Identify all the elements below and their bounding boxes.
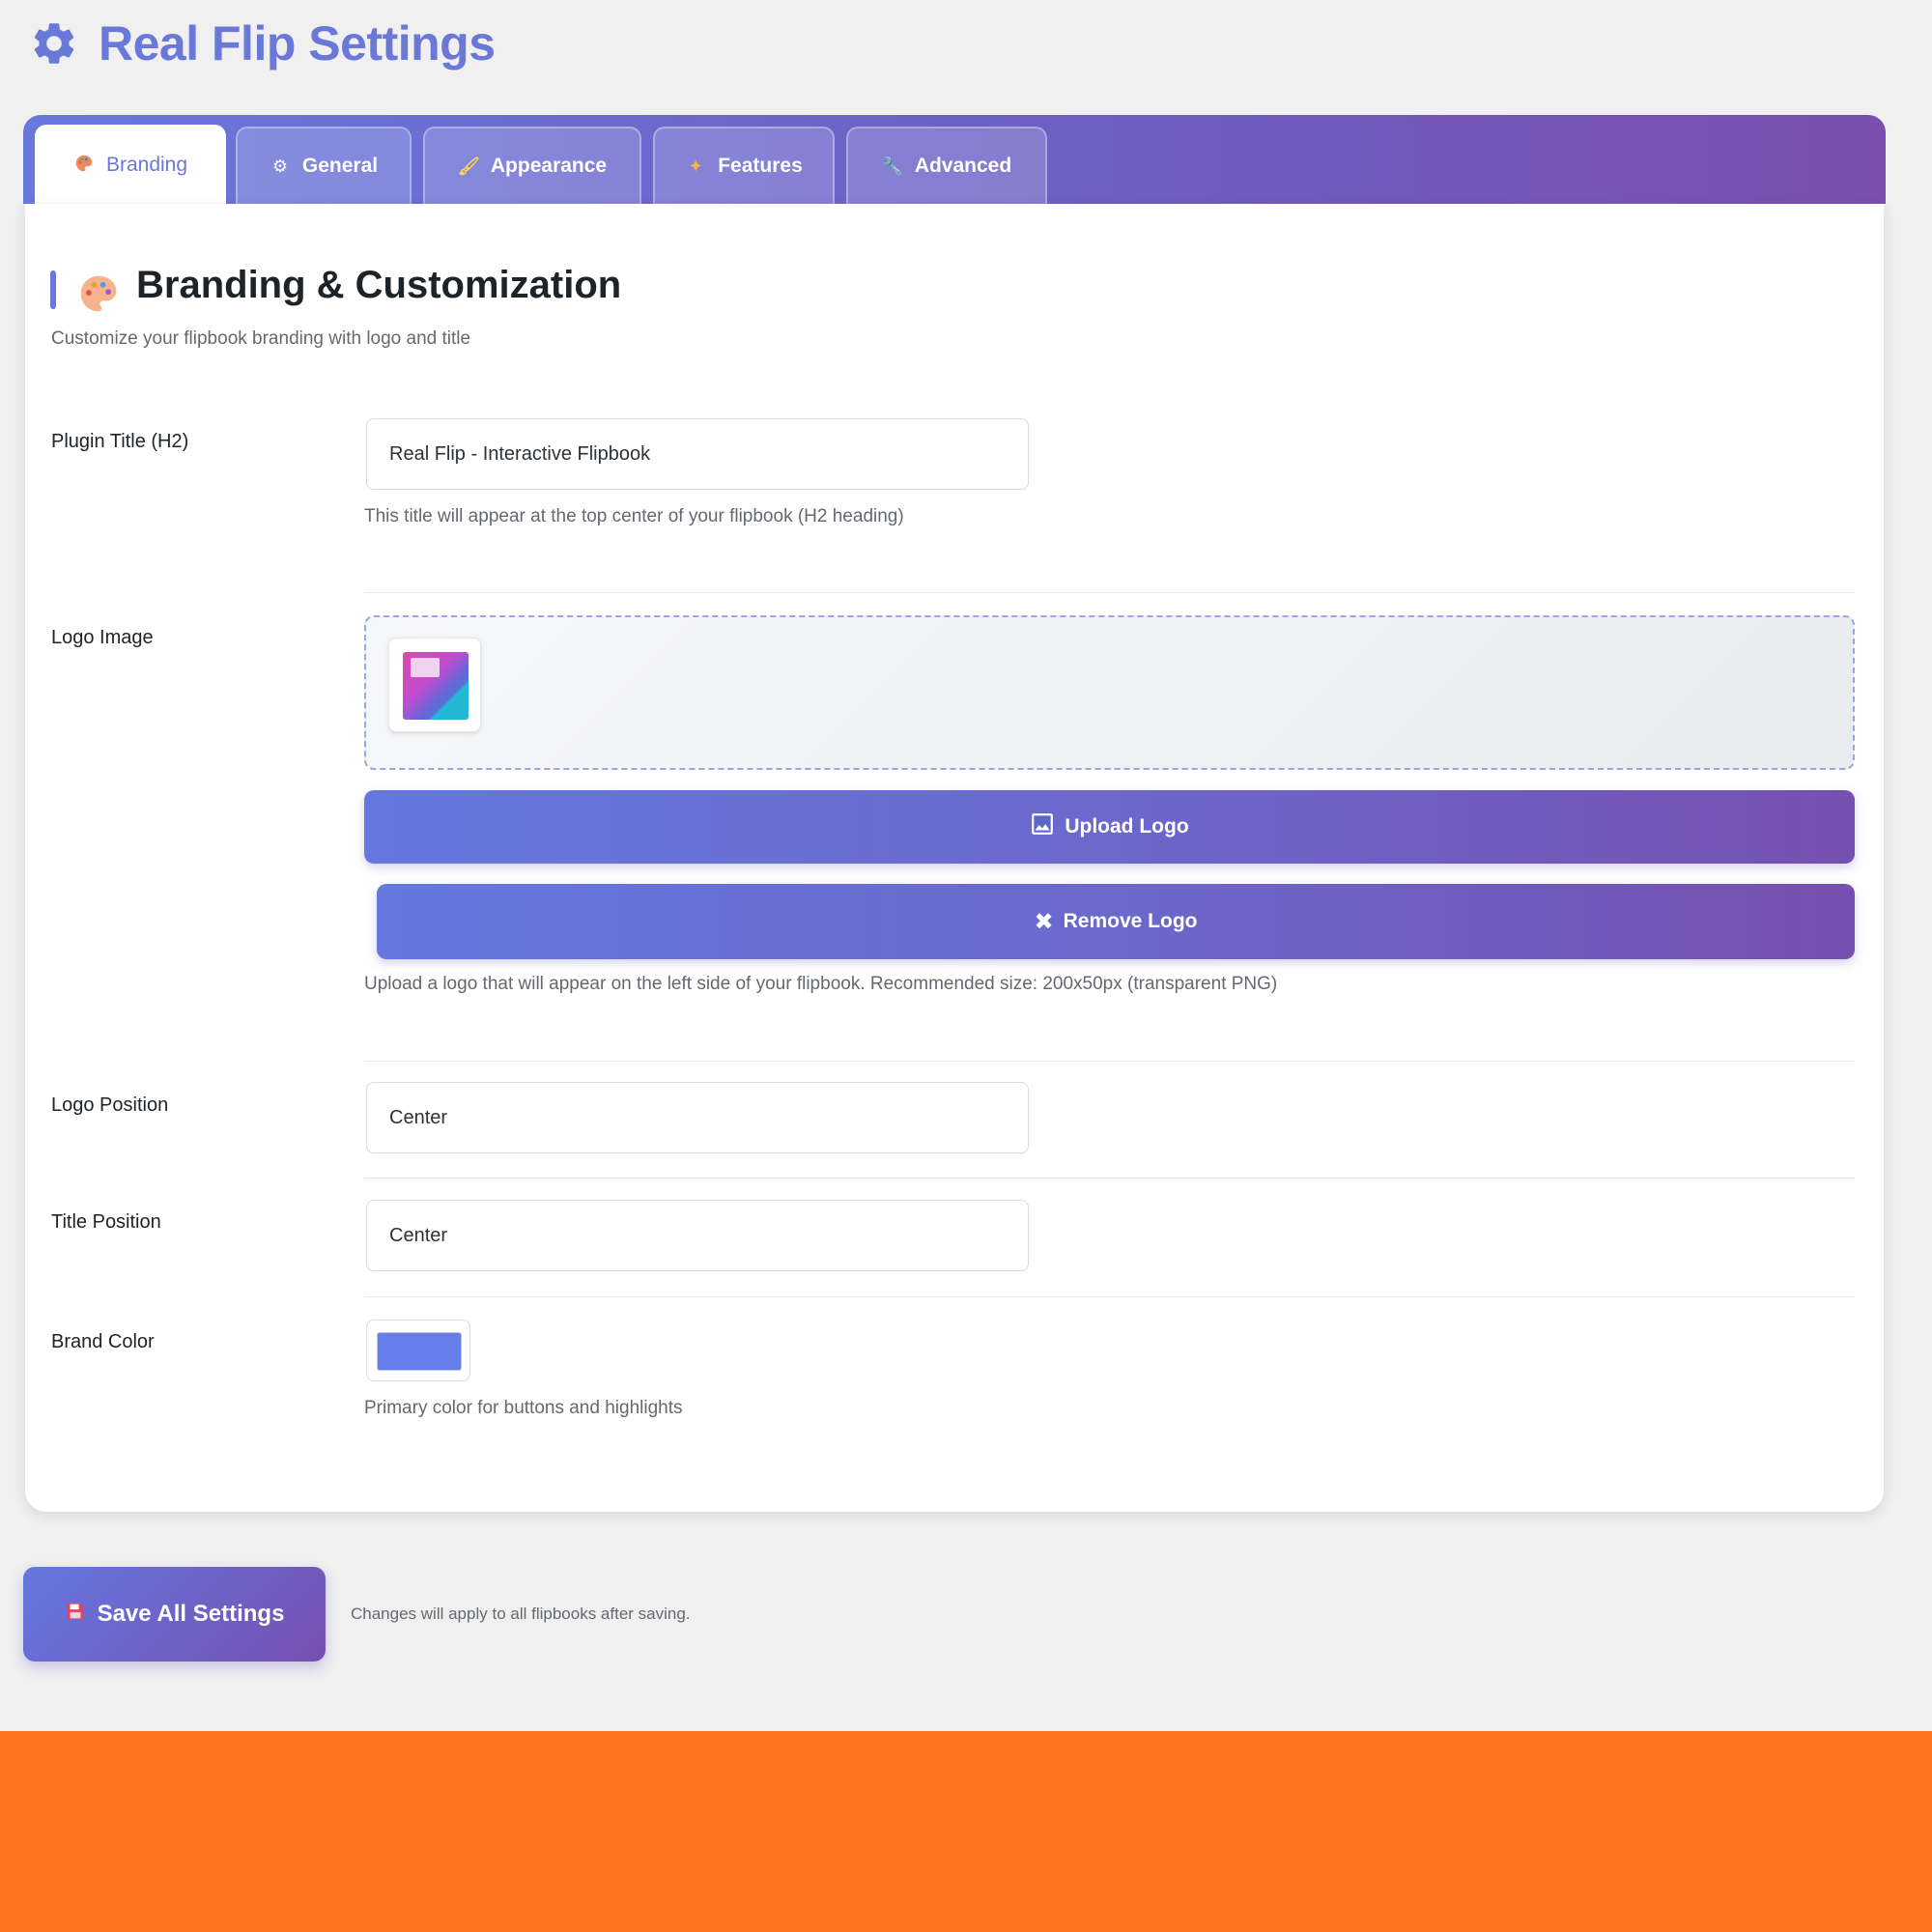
settings-tab-bar: Branding ⚙ General 🖌 Appearance ✦ Featur… [23,115,1886,204]
upload-logo-label: Upload Logo [1065,815,1189,838]
save-note: Changes will apply to all flipbooks afte… [351,1605,691,1623]
logo-preview [388,638,481,732]
tab-label: Advanced [914,155,1012,177]
gear-icon [34,23,74,64]
footer-band [0,1731,1932,1932]
tab-appearance[interactable]: 🖌 Appearance [423,127,641,204]
brand-color-label: Brand Color [51,1331,155,1352]
page-header: Real Flip Settings [29,10,496,77]
plugin-title-help: This title will appear at the top center… [364,506,904,526]
book-graphic [411,658,440,677]
row-divider [364,1178,1855,1179]
plugin-title-label: Plugin Title (H2) [51,431,189,452]
tab-advanced[interactable]: 🔧 Advanced [846,127,1047,204]
logo-image [403,652,469,720]
title-position-label: Title Position [51,1211,161,1233]
tab-branding[interactable]: Branding [35,125,226,204]
row-divider [364,1061,1855,1062]
upload-logo-button[interactable]: Upload Logo [364,790,1855,864]
logo-image-label: Logo Image [51,627,154,648]
logo-upload-zone[interactable] [364,615,1855,770]
logo-position-select[interactable]: Center [366,1082,1029,1153]
image-icon [1030,811,1055,842]
logo-help: Upload a logo that will appear on the le… [364,974,1278,994]
palette-icon [80,275,117,312]
tab-features[interactable]: ✦ Features [653,127,835,204]
remove-logo-label: Remove Logo [1063,910,1198,932]
sparkle-icon: ✦ [688,156,703,176]
page-title: Real Flip Settings [99,16,496,71]
tab-label: Branding [105,154,188,176]
save-all-settings-label: Save All Settings [97,1601,285,1627]
logo-position-label: Logo Position [51,1094,169,1116]
paint-icon: 🖌 [457,156,480,176]
row-divider [364,592,1855,593]
tab-label: General [301,155,379,177]
remove-logo-button[interactable]: ✖ Remove Logo [377,884,1855,959]
wrench-icon: 🔧 [881,156,904,176]
logo-corner-shape [430,681,469,720]
gear-icon: ⚙ [271,156,288,176]
brand-color-help: Primary color for buttons and highlights [364,1398,683,1418]
brand-color-picker[interactable] [366,1320,470,1381]
section-subtitle: Customize your flipbook branding with lo… [51,328,471,349]
floppy-disk-icon [65,1601,86,1629]
save-all-settings-button[interactable]: Save All Settings [23,1567,326,1662]
palette-icon [73,153,95,179]
section-title: Branding & Customization [136,264,622,306]
close-icon: ✖ [1034,908,1054,935]
plugin-title-input[interactable]: Real Flip - Interactive Flipbook [366,418,1029,490]
tab-label: Features [718,155,803,177]
tab-label: Appearance [490,155,608,177]
brand-color-swatch [377,1332,462,1371]
section-accent-bar [50,270,56,309]
title-position-select[interactable]: Center [366,1200,1029,1271]
row-divider [364,1296,1855,1297]
tab-general[interactable]: ⚙ General [236,127,412,204]
